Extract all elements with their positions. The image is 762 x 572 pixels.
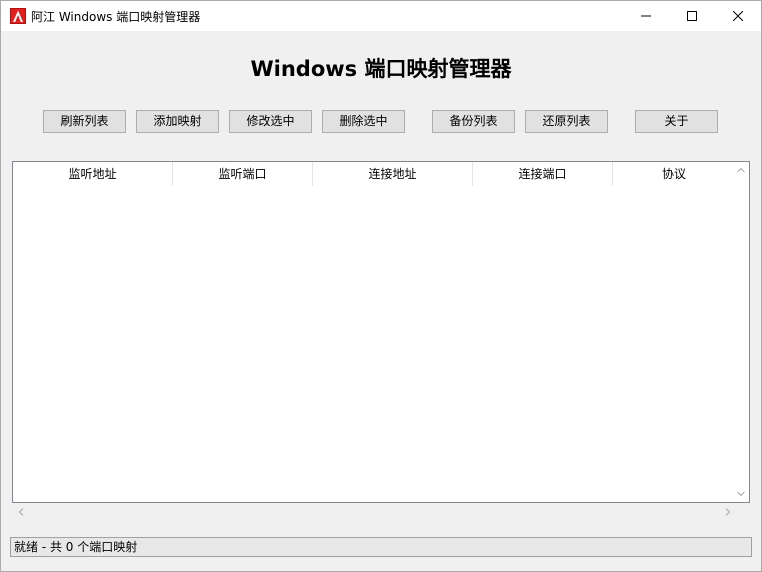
minimize-icon: [641, 15, 651, 17]
about-button[interactable]: 关于: [635, 110, 718, 133]
column-header-listen-address[interactable]: 监听地址: [13, 162, 173, 186]
port-mapping-list[interactable]: 监听地址 监听端口 连接地址 连接端口 协议: [12, 161, 750, 503]
app-logo-icon: [10, 8, 26, 24]
status-bar: 就绪 - 共 0 个端口映射: [10, 537, 752, 557]
minimize-button[interactable]: [623, 1, 669, 31]
refresh-list-button[interactable]: 刷新列表: [43, 110, 126, 133]
column-header-protocol[interactable]: 协议: [613, 162, 735, 186]
scroll-down-icon[interactable]: [737, 491, 745, 497]
column-header-connect-port[interactable]: 连接端口: [473, 162, 613, 186]
main-window: 阿江 Windows 端口映射管理器 Windows 端口映射管理器 刷新列表 …: [0, 0, 762, 572]
vertical-scrollbar[interactable]: [732, 162, 749, 502]
edit-selected-button[interactable]: 修改选中: [229, 110, 312, 133]
scroll-up-icon[interactable]: [737, 167, 745, 173]
list-header: 监听地址 监听端口 连接地址 连接端口 协议: [13, 162, 735, 186]
add-mapping-button[interactable]: 添加映射: [136, 110, 219, 133]
title-bar[interactable]: 阿江 Windows 端口映射管理器: [1, 1, 761, 31]
maximize-button[interactable]: [669, 1, 715, 31]
maximize-icon: [687, 11, 697, 21]
close-icon: [733, 11, 743, 21]
backup-list-button[interactable]: 备份列表: [432, 110, 515, 133]
column-header-listen-port[interactable]: 监听端口: [173, 162, 313, 186]
delete-selected-button[interactable]: 删除选中: [322, 110, 405, 133]
page-title: Windows 端口映射管理器: [250, 57, 512, 81]
close-button[interactable]: [715, 1, 761, 31]
window-title: 阿江 Windows 端口映射管理器: [31, 10, 201, 24]
restore-list-button[interactable]: 还原列表: [525, 110, 608, 133]
column-header-connect-address[interactable]: 连接地址: [313, 162, 473, 186]
scroll-left-icon[interactable]: [18, 508, 24, 516]
scroll-right-icon[interactable]: [725, 508, 731, 516]
horizontal-scrollbar[interactable]: [12, 503, 750, 520]
